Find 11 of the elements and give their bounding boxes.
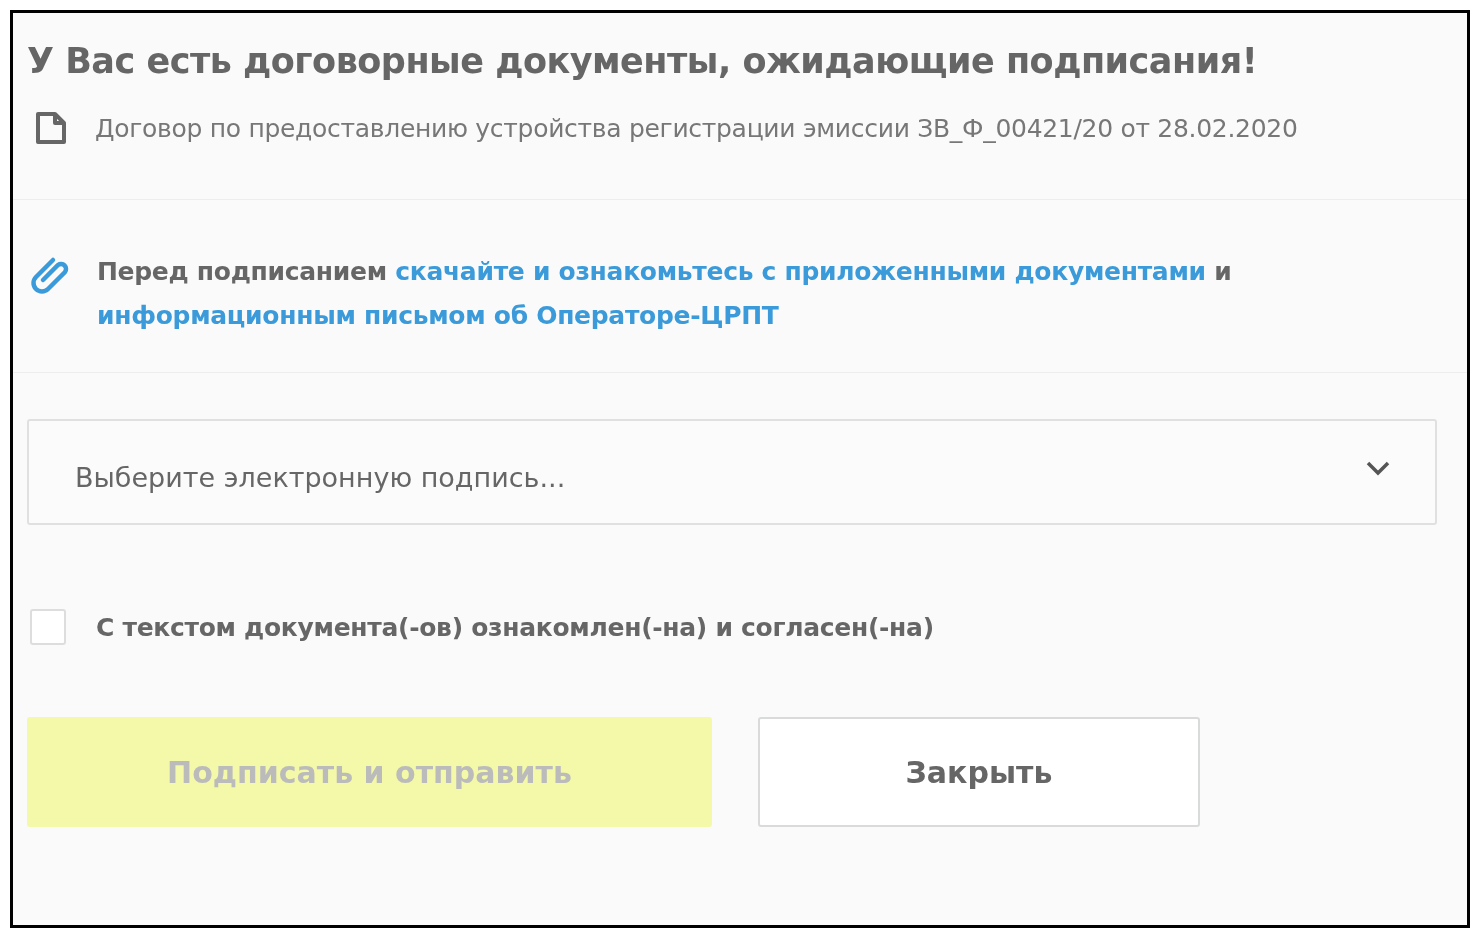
close-button[interactable]: Закрыть bbox=[758, 717, 1200, 827]
document-icon bbox=[35, 111, 67, 145]
chevron-down-icon bbox=[1365, 460, 1391, 476]
document-name: Договор по предоставлению устройства регистрации эмиссии ЗВ_Ф_00421/20 от 28.02.2020 bbox=[95, 113, 1298, 143]
notice-text: Перед подписанием скачайте и ознакомьтесь с приложенными документами и информационным письмом об Операторе-ЦРПТ bbox=[97, 256, 1233, 332]
signature-select[interactable]: Выберите электронную подпись... bbox=[27, 419, 1437, 525]
agreement-checkbox[interactable] bbox=[30, 609, 66, 645]
dialog-title: У Вас есть договорные документы, ожидающие подписания! bbox=[27, 41, 1259, 81]
document-link[interactable]: информационным письмом об Операторе-ЦРПТ bbox=[97, 301, 779, 330]
agreement-label: С текстом документа(-ов) ознакомлен(-на) и согласен(-на) bbox=[96, 612, 934, 642]
document-link[interactable]: скачайте и ознакомьтесь с приложенными документами bbox=[395, 257, 1206, 286]
